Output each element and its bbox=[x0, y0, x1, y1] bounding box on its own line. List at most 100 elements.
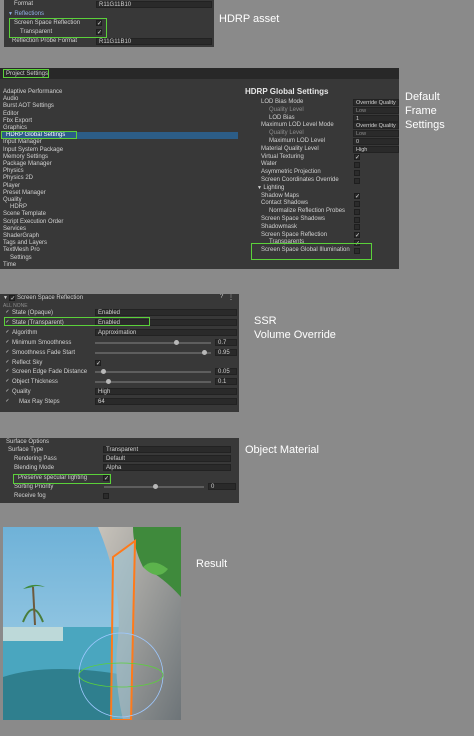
material-dropdown[interactable]: Alpha bbox=[103, 464, 231, 472]
setting-checkbox[interactable] bbox=[354, 224, 360, 231]
slider-value-field[interactable]: 0.1 bbox=[215, 378, 237, 386]
ssr-volume-override: ▼ ✓ Screen Space Reflection ? ⋮ ALL NONE… bbox=[0, 294, 239, 412]
category-item[interactable]: Quality bbox=[3, 197, 203, 204]
slider-handle[interactable] bbox=[152, 483, 158, 489]
setting-field[interactable]: Override Quality bbox=[353, 122, 399, 130]
highlight-box bbox=[13, 474, 111, 484]
category-item[interactable]: TextMesh Pro bbox=[3, 247, 203, 254]
category-item[interactable]: Burst AOT Settings bbox=[3, 103, 203, 110]
receive-fog-checkbox[interactable] bbox=[103, 493, 109, 499]
highlight-box bbox=[251, 243, 372, 260]
category-item[interactable]: Scene Template bbox=[3, 211, 203, 218]
caption-line: Volume Override bbox=[254, 329, 336, 341]
surface-options-title: Surface Options bbox=[6, 439, 50, 445]
setting-label: Quality Level bbox=[269, 106, 304, 113]
setting-label: Contact Shadows bbox=[261, 200, 309, 207]
setting-checkbox[interactable] bbox=[354, 216, 360, 223]
setting-label: Shadow Maps bbox=[261, 192, 300, 199]
category-item[interactable]: Services bbox=[3, 226, 203, 233]
material-dropdown[interactable]: Transparent bbox=[103, 446, 231, 453]
slider-handle[interactable] bbox=[202, 349, 208, 355]
slider-track[interactable] bbox=[95, 381, 211, 384]
setting-label: Asymmetric Projection bbox=[261, 169, 321, 176]
setting-checkbox[interactable] bbox=[354, 169, 360, 176]
setting-checkbox[interactable] bbox=[354, 177, 360, 184]
override-toggle-checkbox[interactable]: ✓ bbox=[5, 349, 10, 355]
category-item[interactable]: Memory Settings bbox=[3, 154, 203, 161]
override-dropdown[interactable]: High bbox=[95, 388, 237, 396]
setting-checkbox[interactable]: ✓ bbox=[354, 154, 360, 161]
caption-line: Settings bbox=[405, 119, 445, 131]
category-item[interactable]: Tags and Layers bbox=[3, 240, 203, 247]
override-toggle-checkbox[interactable]: ✓ bbox=[5, 339, 10, 345]
override-toggle-checkbox[interactable]: ✓ bbox=[5, 359, 10, 365]
slider-handle[interactable] bbox=[174, 339, 180, 345]
category-item[interactable]: Input Manager bbox=[3, 139, 203, 146]
setting-field[interactable]: 0 bbox=[353, 138, 399, 145]
override-dropdown[interactable]: Enabled bbox=[95, 309, 237, 316]
setting-checkbox[interactable]: ✓ bbox=[354, 232, 360, 239]
material-dropdown[interactable]: Default bbox=[103, 455, 231, 463]
category-item[interactable]: Physics bbox=[3, 168, 203, 175]
override-toggle-checkbox[interactable]: ✓ bbox=[5, 389, 10, 394]
category-item[interactable]: Settings bbox=[10, 255, 210, 262]
override-toggle-checkbox[interactable]: ✓ bbox=[5, 329, 10, 335]
reflections-foldout[interactable]: ▼ Reflections bbox=[8, 10, 44, 18]
setting-field[interactable]: High bbox=[353, 145, 399, 153]
setting-label: Maximum LOD Level bbox=[269, 138, 326, 144]
category-item[interactable]: HDRP bbox=[10, 204, 210, 211]
category-item[interactable]: Player bbox=[3, 183, 203, 190]
setting-field[interactable]: Override Quality bbox=[353, 99, 399, 106]
slider-track[interactable] bbox=[95, 351, 211, 354]
category-item[interactable]: Editor bbox=[3, 111, 203, 118]
override-toggle-checkbox[interactable]: ✓ bbox=[5, 379, 10, 384]
probe-format-field[interactable]: R11G11B10 bbox=[96, 38, 212, 45]
setting-field[interactable]: Low bbox=[353, 106, 399, 114]
slider-value-field[interactable]: 0.7 bbox=[215, 338, 237, 346]
caption-line: Default bbox=[405, 91, 440, 103]
reflect-sky-checkbox[interactable]: ✓ bbox=[95, 359, 101, 367]
slider-handle[interactable] bbox=[100, 369, 106, 375]
override-dropdown[interactable]: Approximation bbox=[95, 328, 237, 336]
override-label: Screen Edge Fade Distance bbox=[12, 369, 88, 376]
window-titlebar: Project Settings bbox=[0, 68, 399, 79]
setting-label: Screen Coordinates Override bbox=[261, 177, 339, 183]
category-item[interactable]: Input System Package bbox=[3, 147, 203, 154]
help-icon[interactable]: ? bbox=[220, 294, 223, 300]
setting-checkbox[interactable]: ✓ bbox=[354, 193, 360, 200]
setting-label: Water bbox=[261, 161, 277, 168]
category-item[interactable]: Time bbox=[3, 262, 203, 269]
setting-checkbox[interactable] bbox=[354, 200, 360, 207]
override-label: Quality bbox=[12, 389, 31, 396]
override-toggle-checkbox[interactable]: ✓ bbox=[5, 399, 10, 404]
caption-hdrp-asset: HDRP asset bbox=[219, 13, 280, 25]
override-enable-checkbox[interactable]: ✓ bbox=[9, 295, 15, 302]
setting-field[interactable]: Low bbox=[353, 130, 399, 138]
category-item[interactable]: Fbx Export bbox=[3, 118, 203, 125]
sorting-priority-field[interactable]: 0 bbox=[208, 482, 236, 490]
slider-handle[interactable] bbox=[106, 379, 112, 385]
more-menu-icon[interactable]: ⋮ bbox=[228, 294, 234, 301]
slider-track[interactable] bbox=[95, 341, 211, 344]
override-dropdown[interactable]: 64 bbox=[95, 398, 237, 406]
category-item[interactable]: Preset Manager bbox=[3, 190, 203, 197]
format-field[interactable]: R11G11B10 bbox=[96, 1, 212, 8]
slider-track[interactable] bbox=[95, 371, 211, 374]
category-item[interactable]: Adaptive Performance bbox=[3, 89, 203, 96]
setting-checkbox[interactable] bbox=[354, 208, 360, 215]
category-item[interactable]: ShaderGraph bbox=[3, 233, 203, 240]
category-item[interactable]: Audio bbox=[3, 96, 203, 103]
category-item[interactable]: Script Execution Order bbox=[3, 219, 203, 226]
slider-value-field[interactable]: 0.95 bbox=[215, 348, 237, 356]
override-header[interactable]: ▼ ✓ Screen Space Reflection bbox=[3, 294, 236, 302]
category-item[interactable]: Package Manager bbox=[3, 161, 203, 168]
setting-field[interactable]: 1 bbox=[353, 114, 399, 122]
override-toggle-checkbox[interactable]: ✓ bbox=[5, 369, 10, 374]
category-item[interactable]: Physics 2D bbox=[3, 175, 203, 182]
slider-value-field[interactable]: 0.05 bbox=[215, 368, 237, 376]
setting-checkbox[interactable] bbox=[354, 161, 360, 168]
override-title: Screen Space Reflection bbox=[17, 295, 84, 301]
override-toggle-checkbox[interactable]: ✓ bbox=[5, 310, 10, 315]
override-label: Reflect Sky bbox=[12, 359, 43, 366]
caption-result: Result bbox=[196, 558, 228, 570]
